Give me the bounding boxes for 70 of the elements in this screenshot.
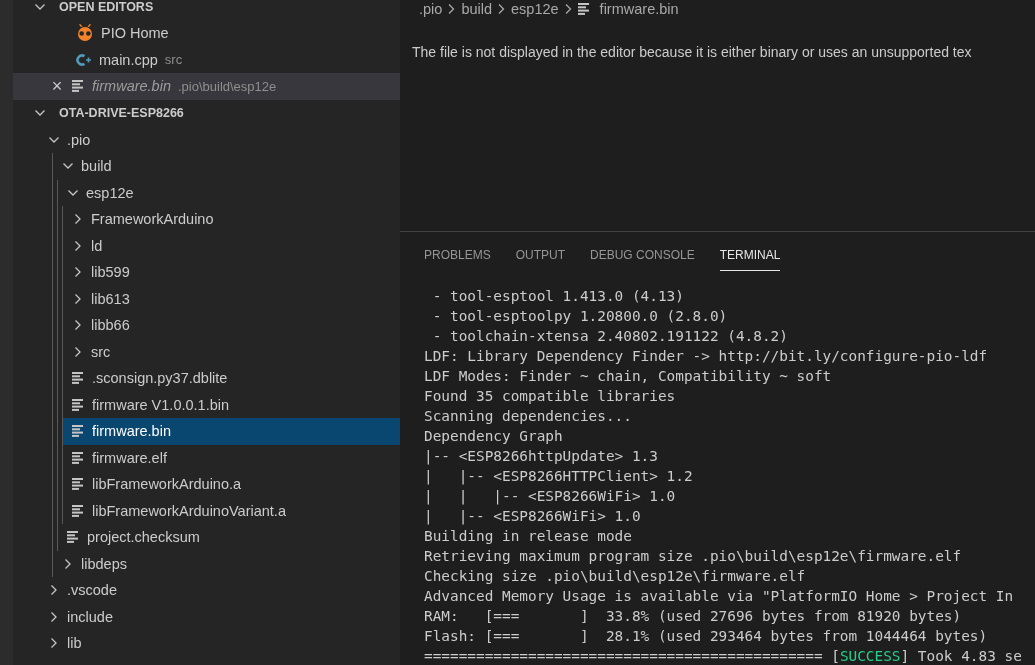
terminal-line: LDF: Library Dependency Finder -> http://bit.ly/configure-pio-ldf	[424, 347, 989, 366]
folder-item[interactable]: libdeps	[53, 550, 400, 577]
folder-item[interactable]: .pio	[13, 126, 400, 153]
panel-tab[interactable]: PROBLEMS	[424, 248, 491, 271]
file-lines-icon	[72, 398, 85, 411]
chevron-right-icon	[497, 2, 507, 15]
terminal-line: | | |-- <ESP8266WiFi> 1.0	[424, 487, 677, 506]
panel-tab[interactable]: OUTPUT	[515, 248, 566, 271]
folder-item[interactable]: ld	[63, 232, 400, 259]
folder-item[interactable]: lib613	[63, 285, 400, 312]
folder-item[interactable]: libb66	[63, 312, 400, 339]
terminal-line: |-- <ESP8266httpUpdate> 1.3	[424, 447, 659, 466]
terminal-line: Scanning dependencies...	[424, 407, 633, 426]
file-lines-icon	[72, 372, 85, 385]
folder-item[interactable]: .vscode	[13, 577, 400, 604]
file-lines-icon	[72, 80, 85, 93]
file-lines-icon	[72, 504, 85, 517]
terminal-line: | |-- <ESP8266WiFi> 1.0	[424, 507, 642, 526]
section-title: OTA-DRIVE-ESP8266	[59, 106, 184, 120]
file-lines-icon	[72, 451, 85, 464]
breadcrumb[interactable]: esp12e	[511, 0, 559, 17]
folder-item[interactable]: include	[13, 603, 400, 630]
breadcrumb[interactable]: firmware.bin	[599, 0, 679, 17]
terminal-line: ============================================== [SUCCESS] Took 4.83 se	[424, 647, 1023, 665]
open-editor-item[interactable]: × firmware.bin .pio\build\esp12e	[13, 73, 400, 100]
terminal-line: - tool-esptool 1.413.0 (4.13)	[431, 287, 685, 306]
file-lines-icon	[72, 425, 85, 438]
terminal-line: LDF Modes: Finder ~ chain, Compatibility ~ soft	[424, 367, 833, 386]
cpp-icon	[76, 52, 92, 67]
file-lines-icon	[67, 531, 80, 544]
chevron-right-icon	[563, 2, 573, 15]
terminal-line: Flash: [=== ] 28.1% (used 293464 bytes from 1044464 bytes)	[424, 627, 989, 646]
terminal-line: Dependency Graph	[424, 427, 564, 446]
open-editor-item[interactable]: main.cpp src	[13, 46, 400, 73]
section-title: OPEN EDITORS	[59, 0, 154, 14]
file-lines-icon	[72, 478, 85, 491]
file-item[interactable]: .sconsign.py37.dblite	[63, 365, 400, 392]
folder-item[interactable]: FrameworkArduino	[63, 206, 400, 233]
terminal-line: Found 35 compatible libraries	[424, 387, 677, 406]
terminal-line: Building in release mode	[424, 527, 633, 546]
section-header[interactable]: OPEN EDITORS	[13, 0, 400, 20]
file-item[interactable]: project.checksum	[58, 524, 400, 551]
alien-head-icon	[76, 24, 94, 43]
open-editor-item[interactable]: PIO Home	[13, 20, 400, 47]
file-item[interactable]: firmware.elf	[63, 444, 400, 471]
terminal-line: RAM: [=== ] 33.8% (used 27696 bytes from 81920 bytes)	[424, 607, 963, 626]
terminal-line: Checking size .pio\build\esp12e\firmware.elf	[424, 567, 807, 586]
terminal-line: - tool-esptoolpy 1.20800.0 (2.8.0)	[431, 307, 729, 326]
folder-item[interactable]: lib599	[63, 259, 400, 286]
file-item[interactable]: libFrameworkArduino.a	[63, 471, 400, 498]
chevron-right-icon	[447, 2, 457, 15]
file-lines-icon	[577, 2, 591, 15]
close-icon[interactable]: ×	[50, 75, 64, 97]
panel-tab[interactable]: DEBUG CONSOLE	[590, 248, 695, 271]
terminal-line: Retrieving maximum program size .pio\build\esp12e\firmware.elf	[424, 547, 963, 566]
file-item[interactable]: firmware.bin	[63, 418, 400, 445]
folder-item[interactable]: build	[53, 153, 400, 180]
terminal-line: - toolchain-xtensa 2.40802.191122 (4.8.2)	[431, 327, 789, 346]
editor-message: The file is not displayed in the editor because it is either binary or uses an unsupported tex	[411, 43, 973, 60]
breadcrumb[interactable]: build	[461, 0, 493, 17]
folder-item[interactable]: esp12e	[58, 179, 400, 206]
file-item[interactable]: libFrameworkArduinoVariant.a	[63, 497, 400, 524]
folder-item[interactable]: lib	[13, 630, 400, 657]
section-header[interactable]: OTA-DRIVE-ESP8266	[13, 99, 400, 127]
breadcrumb[interactable]: .pio	[419, 0, 443, 17]
folder-item[interactable]: src	[63, 338, 400, 365]
panel-tab[interactable]: TERMINAL	[719, 248, 781, 271]
terminal-line: | |-- <ESP8266HTTPClient> 1.2	[424, 467, 694, 486]
terminal-line: Advanced Memory Usage is available via "PlatformIO Home > Project In	[424, 587, 1015, 606]
file-item[interactable]: firmware V1.0.0.1.bin	[63, 391, 400, 418]
